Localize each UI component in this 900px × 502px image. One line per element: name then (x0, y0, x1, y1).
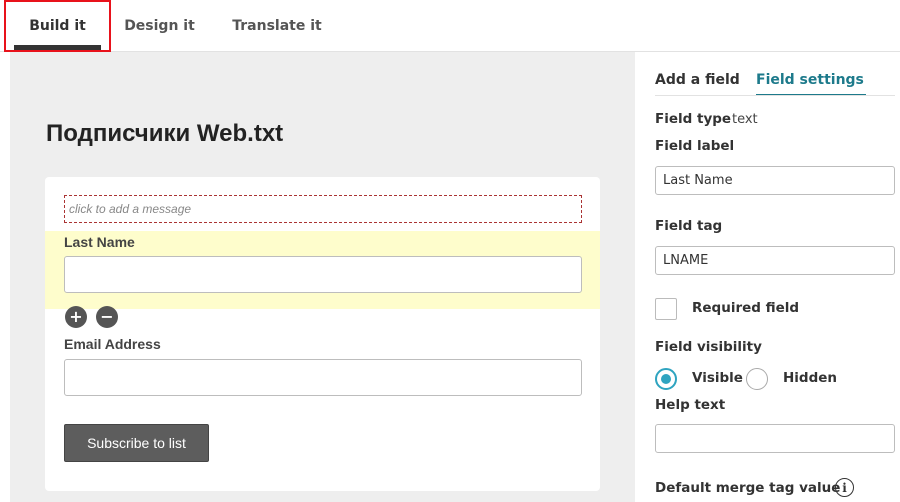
required-field-label: Required field (692, 300, 800, 316)
default-merge-tag-label: Default merge tag value (655, 480, 841, 496)
tab-field-settings-label: Field settings (756, 72, 864, 88)
field-type-label: Field type (655, 111, 732, 127)
field-label-input[interactable]: Last Name (655, 166, 895, 195)
remove-field-button[interactable]: − (96, 306, 118, 328)
hidden-radio[interactable] (746, 368, 768, 390)
plus-circle-icon: + (69, 307, 83, 326)
field-label-label: Field label (655, 138, 735, 154)
tab-design-it[interactable]: Design it (112, 0, 207, 52)
tab-field-settings[interactable]: Field settings (756, 72, 866, 96)
field-tag-input[interactable]: LNAME (655, 246, 895, 275)
tab-add-a-field[interactable]: Add a field (655, 72, 740, 88)
field-visibility-label: Field visibility (655, 339, 762, 355)
tab-build-it[interactable]: Build it (4, 0, 111, 52)
active-tab-underline (14, 45, 101, 50)
email-address-label: Email Address (64, 336, 161, 352)
info-icon[interactable]: i (835, 478, 854, 497)
field-tag-label: Field tag (655, 218, 723, 234)
add-field-button[interactable]: + (65, 306, 87, 328)
subscribe-button[interactable]: Subscribe to list (64, 424, 209, 462)
required-field-checkbox[interactable] (655, 298, 677, 320)
hidden-radio-label: Hidden (783, 370, 838, 386)
last-name-input[interactable] (64, 256, 582, 293)
visible-radio[interactable] (655, 368, 677, 390)
tab-design-it-label: Design it (124, 18, 195, 34)
email-address-input[interactable] (64, 359, 582, 396)
tab-add-a-field-label: Add a field (655, 72, 740, 88)
field-type-value: text (732, 112, 758, 127)
top-tab-bar: Build it Design it Translate it (0, 0, 900, 52)
tab-translate-it-label: Translate it (232, 18, 322, 34)
add-message-placeholder[interactable]: click to add a message (64, 195, 582, 223)
tab-translate-it[interactable]: Translate it (222, 0, 332, 52)
form-title: Подписчики Web.txt (46, 120, 284, 147)
panel-tab-divider (655, 95, 895, 96)
minus-circle-icon: − (100, 307, 114, 326)
visible-radio-label: Visible (692, 370, 743, 386)
help-text-input[interactable] (655, 424, 895, 453)
help-text-label: Help text (655, 397, 726, 413)
tab-build-it-label: Build it (29, 18, 86, 34)
last-name-label: Last Name (64, 234, 135, 250)
